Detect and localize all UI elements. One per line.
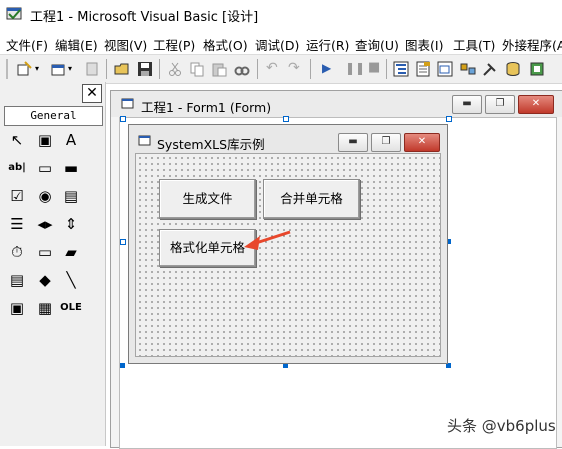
copy-icon[interactable] [189, 61, 205, 77]
menu-edit[interactable]: 编辑(E) [55, 35, 98, 54]
resize-handle [120, 239, 126, 245]
menu-bar: 文件(F) 编辑(E) 视图(V) 工程(P) 格式(O) 调试(D) 运行(R… [0, 32, 562, 54]
line-tool-icon[interactable]: ╲ [58, 268, 84, 292]
image-tool-icon[interactable]: ▣ [4, 296, 30, 320]
minimize-icon: ▬ [462, 98, 472, 109]
data-tool-icon[interactable]: ▦ [32, 296, 58, 320]
hscrollbar-tool-icon[interactable]: ◂▸ [32, 212, 58, 236]
find-icon[interactable] [234, 61, 250, 77]
resize-handle [283, 116, 289, 122]
add-form-icon[interactable] [50, 61, 66, 77]
resize-handle [446, 116, 452, 122]
add-project-icon[interactable] [16, 61, 32, 77]
form-maximize-button[interactable]: ❐ [371, 133, 401, 152]
listbox-tool-icon[interactable]: ☰ [4, 212, 30, 236]
project-explorer-icon[interactable] [393, 61, 409, 77]
designer-maximize-button[interactable]: ❐ [485, 95, 515, 114]
menu-query[interactable]: 查询(U) [355, 35, 399, 54]
form-caption: SystemXLS库示例 [157, 137, 265, 152]
maximize-icon: ❐ [381, 136, 391, 147]
ole-tool-icon[interactable]: OLE [58, 296, 84, 320]
end-icon[interactable]: ■ [368, 60, 380, 75]
dirlistbox-tool-icon[interactable]: ▰ [58, 240, 84, 264]
textbox-tool-icon[interactable]: ab| [4, 156, 30, 180]
menu-file[interactable]: 文件(F) [6, 35, 48, 54]
toolbox-close-button[interactable]: ✕ [82, 84, 102, 103]
menu-view[interactable]: 视图(V) [104, 35, 147, 54]
designer-minimize-button[interactable]: ▬ [452, 95, 482, 114]
shape-tool-icon[interactable]: ◆ [32, 268, 58, 292]
designer-title-bar: 工程1 - Form1 (Form) ▬ ❐ ✕ [111, 91, 562, 117]
cut-icon[interactable] [167, 61, 183, 77]
checkbox-tool-icon[interactable]: ☑ [4, 184, 30, 208]
commandbutton-tool-icon[interactable]: ▬ [58, 156, 84, 180]
red-arrow-annotation [244, 230, 291, 250]
pointer-tool-icon[interactable]: ↖ [4, 128, 30, 152]
window-title: 工程1 - Microsoft Visual Basic [设计] [30, 10, 259, 25]
close-icon: ✕ [417, 136, 427, 147]
form-icon [138, 135, 151, 146]
menu-format[interactable]: 格式(O) [203, 35, 248, 54]
minimize-icon: ▬ [348, 136, 358, 147]
menu-debug[interactable]: 调试(D) [255, 35, 299, 54]
form-close-button[interactable]: ✕ [404, 133, 440, 152]
object-browser-icon[interactable] [460, 61, 476, 77]
dropdown-arrow-icon[interactable]: ▾ [35, 64, 39, 73]
vb-app-icon [6, 7, 22, 20]
menu-addins[interactable]: 外接程序(A) [502, 35, 562, 54]
form-client-area[interactable]: 生成文件 合并单元格 格式化单元格 [135, 153, 441, 357]
start-icon[interactable]: ▶ [322, 61, 331, 75]
paste-icon[interactable] [211, 61, 227, 77]
merge-cells-button[interactable]: 合并单元格 [263, 179, 360, 219]
designer-close-button[interactable]: ✕ [518, 95, 554, 114]
close-icon: ✕ [531, 98, 541, 109]
save-icon[interactable] [137, 61, 153, 77]
tool-grid: ↖ ▣ Aab| ▭ ▬ ☑ ◉ ▤ ☰ ◂▸ ⇕ ⏱ ▭ ▰ ▤ ◆ ╲ ▣ ▦ OLE [0, 128, 105, 428]
label-tool-icon[interactable]: A [58, 128, 84, 152]
redo-icon[interactable]: ↷ [288, 60, 300, 76]
menu-project[interactable]: 工程(P) [153, 35, 195, 54]
frame-tool-icon[interactable]: ▭ [32, 156, 58, 180]
properties-icon[interactable] [415, 61, 431, 77]
resize-handle [120, 116, 126, 122]
generate-file-button[interactable]: 生成文件 [159, 179, 256, 219]
close-icon: ✕ [86, 85, 98, 101]
menu-run[interactable]: 运行(R) [306, 35, 349, 54]
undo-icon[interactable]: ↶ [266, 60, 278, 76]
menu-diagram[interactable]: 图表(I) [405, 35, 443, 54]
standard-toolbar: ▾ ▾ ↶ ↷ ▶ ❚❚ ■ [0, 54, 562, 84]
title-bar: 工程1 - Microsoft Visual Basic [设计] [0, 0, 562, 28]
dropdown-arrow-icon[interactable]: ▾ [68, 64, 72, 73]
drivelistbox-tool-icon[interactable]: ▭ [32, 240, 58, 264]
watermark: 头条 @vb6plus [447, 417, 556, 435]
menu-editor-icon[interactable] [84, 61, 100, 77]
toolbox-panel: ✕ General ↖ ▣ Aab| ▭ ▬ ☑ ◉ ▤ ☰ ◂▸ ⇕ ⏱ ▭ ▰ ▤ ◆ ╲ ▣ ▦ OLE [0, 82, 106, 446]
open-icon[interactable] [114, 61, 130, 77]
form-icon [121, 98, 134, 109]
optionbutton-tool-icon[interactable]: ◉ [32, 184, 58, 208]
menu-tools[interactable]: 工具(T) [453, 35, 495, 54]
vscrollbar-tool-icon[interactable]: ⇕ [58, 212, 84, 236]
filelistbox-tool-icon[interactable]: ▤ [4, 268, 30, 292]
toolbox-icon[interactable] [482, 61, 498, 77]
toolbox-tab-general[interactable]: General [4, 106, 103, 126]
form-minimize-button[interactable]: ▬ [338, 133, 368, 152]
timer-tool-icon[interactable]: ⏱ [4, 240, 30, 264]
data-view-icon[interactable] [505, 61, 521, 77]
picturebox-tool-icon[interactable]: ▣ [32, 128, 58, 152]
designer-title: 工程1 - Form1 (Form) [141, 100, 272, 115]
form-layout-icon[interactable] [437, 61, 453, 77]
combobox-tool-icon[interactable]: ▤ [58, 184, 84, 208]
component-manager-icon[interactable] [529, 61, 545, 77]
break-icon[interactable]: ❚❚ [345, 61, 365, 75]
resize-handle [120, 363, 125, 368]
maximize-icon: ❐ [495, 98, 505, 109]
